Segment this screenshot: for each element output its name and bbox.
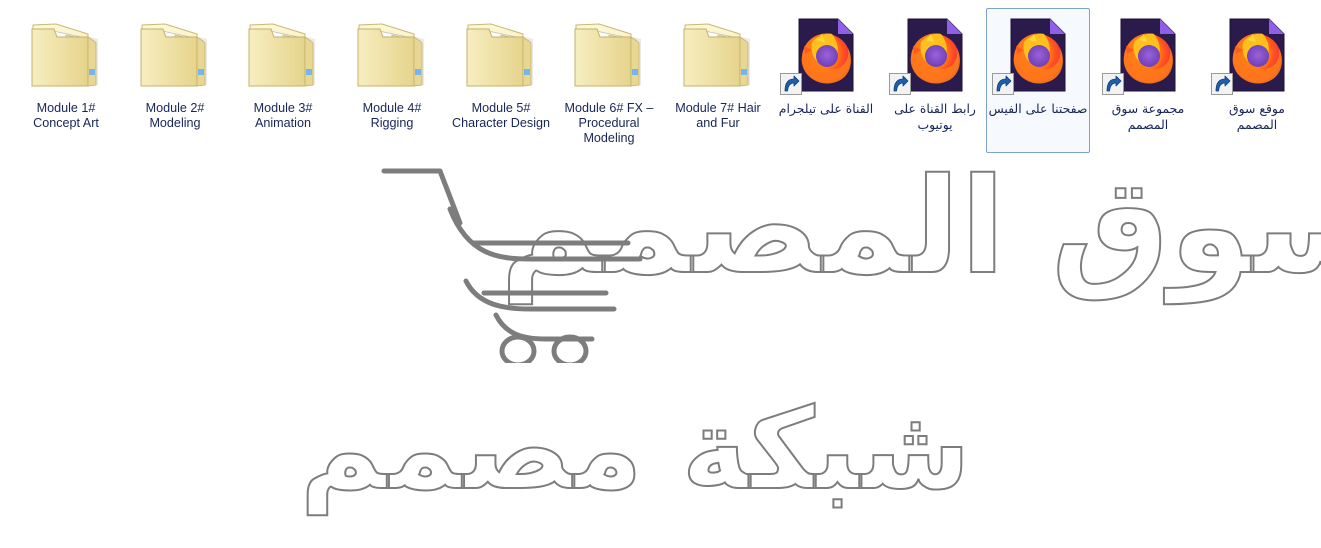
desktop-icon-facebook-page[interactable]: صفحتنا على الفيس	[986, 8, 1090, 153]
folder-icon	[243, 15, 323, 95]
desktop-icon-module-3[interactable]: Module 3# Animation	[231, 8, 335, 153]
desktop-icon-module-2[interactable]: Module 2# Modeling	[123, 8, 227, 153]
desktop-icon-designer-market-group[interactable]: مجموعة سوق المصمم	[1096, 8, 1200, 153]
desktop-icon-module-4[interactable]: Module 4# Rigging	[340, 8, 444, 153]
folder-icon	[352, 15, 432, 95]
desktop-icon-label: Module 1# Concept Art	[33, 101, 99, 130]
desktop-icon-label: Module 3# Animation	[253, 101, 313, 130]
folder-icon	[135, 15, 215, 95]
firefox-html-document-icon	[1211, 15, 1297, 95]
folder-icon	[569, 15, 649, 95]
desktop-icon-module-7[interactable]: Module 7# Hair and Fur	[666, 8, 770, 153]
desktop-icon-label: Module 4# Rigging	[362, 101, 422, 130]
desktop-icon-label: مجموعة سوق المصمم	[1111, 101, 1185, 132]
firefox-html-document-icon	[889, 15, 975, 95]
folder-icon-art	[31, 23, 98, 87]
firefox-html-document-icon	[780, 15, 866, 95]
firefox-html-document-icon	[992, 15, 1078, 95]
folder-icon	[678, 15, 758, 95]
folder-icon-art	[248, 23, 315, 87]
desktop-surface[interactable]: سوق المصمم شبكة مصمم Module 1# Concept A…	[0, 0, 1321, 548]
folder-icon-art	[466, 23, 533, 87]
desktop-icon-label: Module 6# FX – Procedural Modeling	[564, 101, 654, 145]
folder-icon-art	[683, 23, 750, 87]
desktop-icon-label: Module 2# Modeling	[145, 101, 205, 130]
firefox-html-document-icon	[1102, 15, 1188, 95]
folder-icon-art	[574, 23, 641, 87]
desktop-icon-module-6[interactable]: Module 6# FX – Procedural Modeling	[557, 8, 661, 153]
shortcut-arrow-icon	[889, 73, 911, 95]
desktop-icon-module-5[interactable]: Module 5# Character Design	[449, 8, 553, 153]
desktop-icon-module-1[interactable]: Module 1# Concept Art	[14, 8, 118, 153]
shortcut-arrow-icon	[1211, 73, 1233, 95]
desktop-icon-grid: Module 1# Concept Art Module 2# Modeling…	[0, 0, 1321, 548]
desktop-icon-label: موقع سوق المصمم	[1229, 101, 1285, 132]
desktop-icon-telegram-channel[interactable]: القناة على تيلجرام	[774, 8, 878, 153]
folder-icon-art	[357, 23, 424, 87]
desktop-icon-label: القناة على تيلجرام	[778, 101, 874, 116]
desktop-icon-label: صفحتنا على الفيس	[988, 101, 1088, 116]
desktop-icon-designer-market-site[interactable]: موقع سوق المصمم	[1205, 8, 1309, 153]
desktop-icon-label: Module 5# Character Design	[452, 101, 550, 130]
desktop-icon-label: رابط القناة على يوتيوب	[894, 101, 976, 132]
folder-icon	[26, 15, 106, 95]
shortcut-arrow-icon	[1102, 73, 1124, 95]
folder-icon-art	[140, 23, 207, 87]
shortcut-arrow-icon	[780, 73, 802, 95]
shortcut-arrow-icon	[992, 73, 1014, 95]
desktop-icon-youtube-channel[interactable]: رابط القناة على يوتيوب	[883, 8, 987, 153]
desktop-icon-label: Module 7# Hair and Fur	[675, 101, 761, 130]
folder-icon	[461, 15, 541, 95]
